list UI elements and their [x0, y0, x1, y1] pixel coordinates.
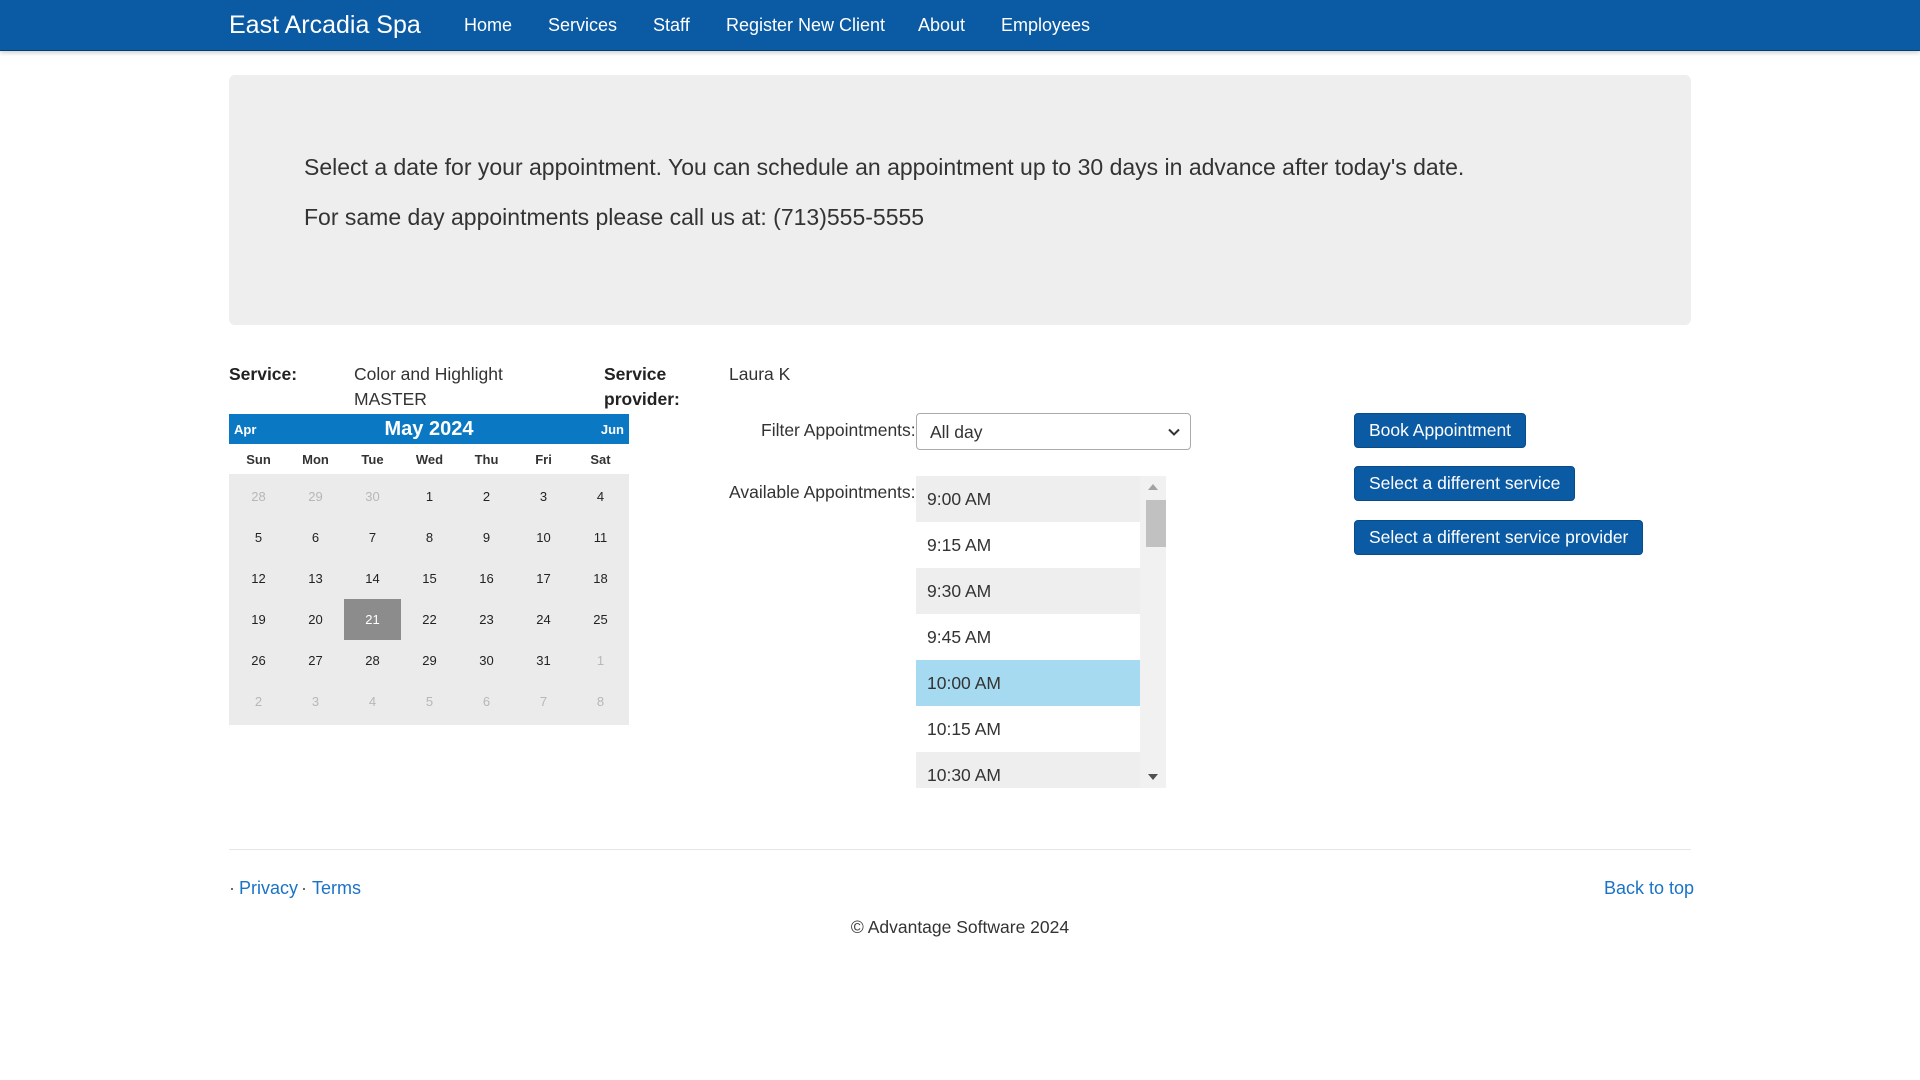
appointment-slot[interactable]: 9:45 AM [916, 614, 1140, 660]
filter-select[interactable]: All day [916, 413, 1191, 450]
calendar-weekday-sun: Sun [246, 452, 271, 467]
calendar-day[interactable]: 17 [515, 558, 572, 599]
calendar-day[interactable]: 13 [287, 558, 344, 599]
intro-panel: Select a date for your appointment. You … [229, 75, 1691, 325]
calendar-header: Apr May 2024 Jun [229, 414, 629, 444]
provider-label-line2: provider: [604, 389, 680, 409]
scroll-down-arrow-icon[interactable] [1147, 772, 1159, 782]
service-value-line2: MASTER [354, 389, 427, 409]
calendar-weekday-mon: Mon [302, 452, 329, 467]
calendar-day[interactable]: 31 [515, 640, 572, 681]
select-different-service-button[interactable]: Select a different service [1354, 466, 1576, 501]
date-calendar: Apr May 2024 Jun Sun Mon Tue Wed Thu Fri Sat 2… [229, 414, 629, 725]
calendar-day[interactable]: 2 [458, 476, 515, 517]
appointment-slot[interactable]: 9:30 AM [916, 568, 1140, 614]
calendar-day[interactable]: 7 [344, 517, 401, 558]
calendar-day[interactable]: 19 [230, 599, 287, 640]
calendar-weekday-thu: Thu [474, 452, 499, 467]
calendar-weekday-wed: Wed [415, 452, 444, 467]
calendar-day[interactable]: 6 [287, 517, 344, 558]
calendar-day[interactable]: 4 [572, 476, 629, 517]
navbar: East Arcadia Spa Home Services Staff Reg… [0, 0, 1920, 51]
provider-label-line1: Service [604, 364, 667, 384]
phone-text: For same day appointments please call us… [304, 204, 925, 230]
nav-employees[interactable]: Employees [1001, 15, 1090, 36]
filter-select-value: All day [930, 422, 983, 442]
calendar-weekday-tue: Tue [361, 452, 384, 467]
calendar-next-month[interactable]: Jun [601, 422, 624, 437]
calendar-day[interactable]: 1 [401, 476, 458, 517]
calendar-day[interactable]: 25 [572, 599, 629, 640]
chevron-down-icon [1168, 428, 1180, 436]
calendar-day[interactable]: 14 [344, 558, 401, 599]
footer-separator: · [301, 878, 307, 898]
appointment-slot[interactable]: 9:15 AM [916, 522, 1140, 568]
footer-separator: · [229, 878, 235, 898]
appointment-slot[interactable]: 10:30 AM [916, 752, 1140, 788]
calendar-weekday-row: Sun Mon Tue Wed Thu Fri Sat [229, 444, 629, 474]
calendar-day-other-month: 2 [254, 694, 263, 709]
calendar-day[interactable]: 20 [287, 599, 344, 640]
calendar-day[interactable]: 28 [344, 640, 401, 681]
calendar-day[interactable]: 12 [230, 558, 287, 599]
calendar-day[interactable]: 9 [458, 517, 515, 558]
calendar-weekday-fri: Fri [535, 452, 552, 467]
back-to-top-link[interactable]: Back to top [1604, 878, 1694, 899]
nav-home[interactable]: Home [464, 15, 512, 36]
calendar-day[interactable]: 21 [344, 599, 401, 640]
privacy-link[interactable]: Privacy [239, 878, 298, 899]
calendar-day-other-month: 8 [596, 694, 605, 709]
calendar-day-other-month: 4 [368, 694, 377, 709]
calendar-day[interactable]: 11 [572, 517, 629, 558]
calendar-day[interactable]: 5 [230, 517, 287, 558]
calendar-weekday-sat: Sat [590, 452, 611, 467]
calendar-day[interactable]: 22 [401, 599, 458, 640]
calendar-day-other-month: 7 [539, 694, 548, 709]
calendar-month-title: May 2024 [384, 418, 474, 440]
calendar-day[interactable]: 24 [515, 599, 572, 640]
scrollbar-thumb[interactable] [1146, 500, 1166, 547]
calendar-day[interactable]: 16 [458, 558, 515, 599]
footer-divider [229, 849, 1691, 850]
appointments-listbox[interactable]: 9:00 AM 9:15 AM 9:30 AM 9:45 AM 10:00 AM 10:1… [916, 476, 1166, 788]
brand-link[interactable]: East Arcadia Spa [229, 11, 421, 40]
calendar-day[interactable]: 10 [515, 517, 572, 558]
appointment-slot[interactable]: 10:00 AM [916, 660, 1140, 706]
nav-about[interactable]: About [918, 15, 965, 36]
appointments-label: Available Appointments: [729, 482, 916, 502]
calendar-day-other-month: 29 [308, 489, 323, 504]
calendar-day[interactable]: 27 [287, 640, 344, 681]
nav-register-new-client[interactable]: Register New Client [726, 15, 885, 36]
calendar-day[interactable]: 18 [572, 558, 629, 599]
calendar-day-other-month: 5 [425, 694, 434, 709]
select-different-provider-button[interactable]: Select a different service provider [1354, 520, 1644, 555]
calendar-day[interactable]: 30 [458, 640, 515, 681]
intro-text: Select a date for your appointment. You … [304, 154, 1465, 180]
nav-staff[interactable]: Staff [653, 15, 690, 36]
scroll-up-arrow-icon[interactable] [1147, 482, 1159, 492]
terms-link[interactable]: Terms [312, 878, 361, 899]
calendar-day[interactable]: 23 [458, 599, 515, 640]
calendar-day[interactable]: 3 [515, 476, 572, 517]
service-value-line1: Color and Highlight [354, 364, 503, 384]
appointment-slot[interactable]: 9:00 AM [916, 476, 1140, 522]
calendar-day-other-month: 3 [311, 694, 320, 709]
listbox-scrollbar[interactable] [1140, 476, 1166, 788]
calendar-day-other-month: 6 [482, 694, 491, 709]
provider-value: Laura K [729, 364, 791, 384]
book-appointment-button[interactable]: Book Appointment [1354, 413, 1527, 448]
calendar-day[interactable]: 26 [230, 640, 287, 681]
calendar-day[interactable]: 29 [401, 640, 458, 681]
filter-label: Filter Appointments: [761, 420, 916, 440]
service-label: Service: [229, 364, 298, 384]
calendar-day-other-month: 28 [251, 489, 266, 504]
copyright-text: © Advantage Software 2024 [850, 917, 1070, 937]
calendar-day[interactable]: 8 [401, 517, 458, 558]
calendar-day-other-month: 1 [596, 653, 605, 668]
calendar-day-other-month: 30 [365, 489, 380, 504]
nav-services[interactable]: Services [548, 15, 617, 36]
appointment-slot[interactable]: 10:15 AM [916, 706, 1140, 752]
calendar-day[interactable]: 15 [401, 558, 458, 599]
